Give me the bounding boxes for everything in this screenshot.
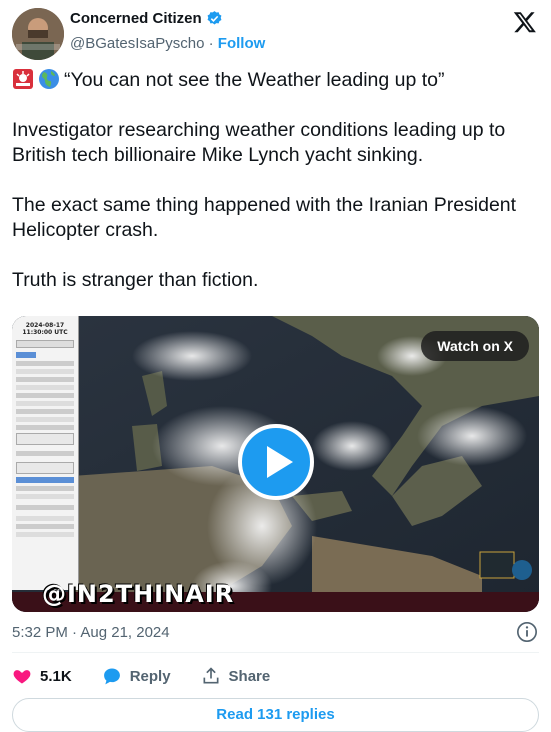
panel-date: 2024-08-17 xyxy=(25,322,65,329)
tweet-line-2: Investigator researching weather conditi… xyxy=(12,119,506,166)
handle-separator: · xyxy=(208,35,214,52)
x-logo-icon[interactable] xyxy=(513,10,537,34)
author-handle[interactable]: @BGatesIsaPyscho xyxy=(70,35,204,52)
verified-badge-icon xyxy=(207,11,222,25)
tweet-line-1: “You can not see the Weather leading up … xyxy=(12,68,542,93)
tweet-line-1-text: “You can not see the Weather leading up … xyxy=(64,69,445,91)
share-label: Share xyxy=(228,667,271,685)
tweet-line-3: The exact same thing happened with the I… xyxy=(12,194,517,241)
reply-bubble-icon xyxy=(103,668,120,685)
action-bar: 5.1K Reply Share xyxy=(12,665,300,687)
divider xyxy=(12,652,539,653)
read-replies-button[interactable]: Read 131 replies xyxy=(12,698,539,732)
like-count: 5.1K xyxy=(40,667,72,685)
info-icon[interactable] xyxy=(516,621,538,643)
globe-europe-africa-icon xyxy=(39,69,59,89)
tweet-timestamp[interactable]: 5:32 PM · Aug 21, 2024 xyxy=(12,624,170,641)
follow-button[interactable]: Follow xyxy=(218,35,266,52)
tweet-text: “You can not see the Weather leading up … xyxy=(12,68,542,293)
play-icon[interactable] xyxy=(238,424,314,500)
tweet-card: Concerned Citizen @BGatesIsaPyscho · Fol… xyxy=(0,0,551,732)
share-button[interactable]: Share xyxy=(201,666,271,686)
watch-on-x-button[interactable]: Watch on X xyxy=(421,331,529,361)
author-handle-row: @BGatesIsaPyscho · Follow xyxy=(70,35,265,52)
like-button[interactable]: 5.1K xyxy=(12,666,72,686)
reply-label: Reply xyxy=(129,667,171,685)
author-name[interactable]: Concerned Citizen xyxy=(70,10,202,27)
share-icon xyxy=(203,667,219,684)
tweet-line-4: Truth is stranger than fiction. xyxy=(12,269,259,291)
author-name-row[interactable]: Concerned Citizen xyxy=(70,10,223,27)
reply-button[interactable]: Reply xyxy=(102,666,171,686)
video-player[interactable]: 2024-08-17 11:30:00 UTC Watch on X @IN2T… xyxy=(12,316,539,612)
panel-time: 11:30:00 UTC xyxy=(22,329,68,336)
heart-icon xyxy=(13,670,31,684)
weather-control-panel: 2024-08-17 11:30:00 UTC xyxy=(12,316,79,590)
rotating-light-icon xyxy=(13,69,33,89)
avatar[interactable] xyxy=(12,8,64,60)
video-watermark: @IN2THINAIR xyxy=(42,580,235,608)
